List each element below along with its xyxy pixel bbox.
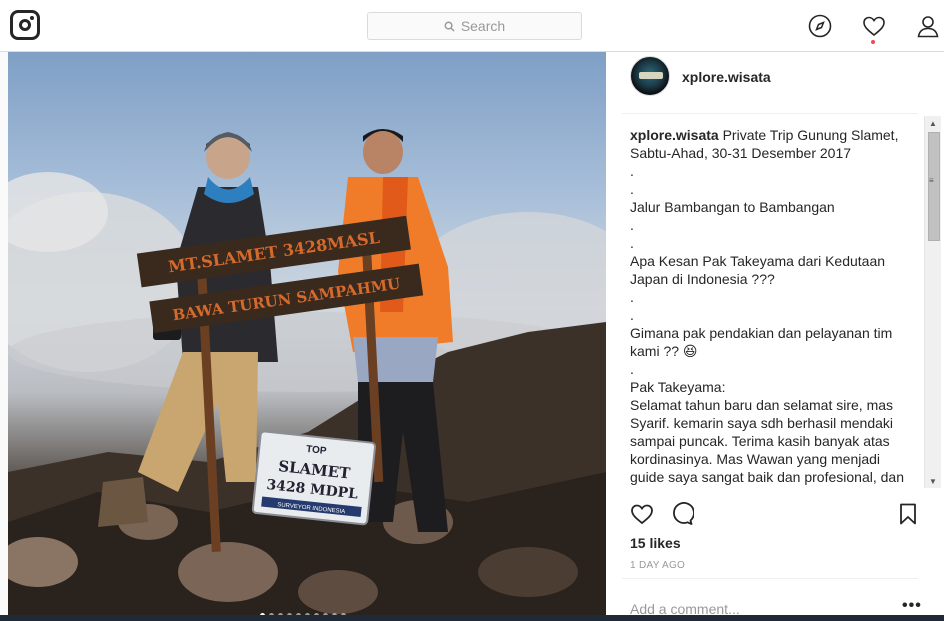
- bookmark-icon[interactable]: [896, 502, 920, 526]
- caption-line: .: [630, 217, 634, 233]
- divider: [622, 113, 918, 114]
- post-side-panel: xplore.wisata xplore.wisata Private Trip…: [606, 52, 944, 621]
- caption-line: .: [630, 289, 634, 305]
- avatar[interactable]: [630, 56, 670, 96]
- caption-line: kordinasinya. Mas Wawan yang menjadi: [630, 451, 881, 467]
- scroll-up-icon[interactable]: ▲: [929, 119, 937, 128]
- caption-line: .: [630, 163, 634, 179]
- scroll-down-icon[interactable]: ▼: [929, 477, 937, 486]
- explore-compass-icon[interactable]: [808, 14, 832, 38]
- search-placeholder: Search: [460, 18, 506, 34]
- caption-scrollbar[interactable]: ▲ ≡ ▼: [924, 116, 941, 488]
- caption-line: Pak Takeyama:: [630, 379, 726, 395]
- caption-line: Syarif. kemarin saya sdh berhasil mendak…: [630, 415, 894, 431]
- search-input[interactable]: Search: [367, 12, 582, 40]
- post-actions: [630, 502, 920, 526]
- heart-icon[interactable]: [862, 14, 886, 38]
- post-owner-username[interactable]: xplore.wisata: [682, 69, 771, 85]
- more-options-button[interactable]: •••: [902, 597, 922, 615]
- caption-line: .: [630, 361, 634, 377]
- caption-line: .: [630, 307, 634, 323]
- post-photo[interactable]: MT.SLAMET 3428MASL BAWA TURUN SAMPAHMU T…: [8, 52, 606, 621]
- caption-line: xplore.wisata Private Trip Gunung Slamet…: [630, 126, 925, 144]
- caption-line: .: [630, 235, 634, 251]
- search-icon: [444, 21, 455, 32]
- caption-line: .: [630, 181, 634, 197]
- instagram-logo-icon[interactable]: [10, 10, 40, 40]
- caption-line: Selamat tahun baru dan selamat sire, mas: [630, 397, 894, 413]
- scrollbar-thumb[interactable]: [928, 132, 940, 241]
- divider: [622, 578, 918, 579]
- like-heart-icon[interactable]: [630, 502, 654, 526]
- scroll-grip-icon: ≡: [929, 176, 934, 185]
- comment-icon[interactable]: [670, 502, 695, 526]
- caption-line: Gimana pak pendakian dan pelayanan tim: [630, 325, 893, 341]
- os-taskbar: [0, 615, 944, 621]
- caption-line: Apa Kesan Pak Takeyama dari Kedutaan: [630, 253, 886, 269]
- likes-count[interactable]: 15 likes: [630, 535, 681, 551]
- plaque-brand: TOP: [306, 444, 328, 457]
- caption-line: Sabtu-Ahad, 30-31 Desember 2017: [630, 145, 852, 161]
- notification-dot: [871, 40, 875, 44]
- caption: xplore.wisata Private Trip Gunung Slamet…: [630, 126, 925, 486]
- caption-text: Private Trip Gunung Slamet,: [718, 127, 899, 143]
- caption-line: Japan di Indonesia ???: [630, 271, 775, 287]
- summit-photo-illustration: MT.SLAMET 3428MASL BAWA TURUN SAMPAHMU T…: [8, 129, 606, 621]
- post-timestamp: 1 DAY AGO: [630, 560, 686, 571]
- caption-line: sampai puncak. Terima kasih banyak atas: [630, 433, 890, 449]
- profile-icon[interactable]: [916, 14, 940, 38]
- caption-line: Jalur Bambangan to Bambangan: [630, 199, 835, 215]
- caption-line: guide saya sangat baik dan profesional, …: [630, 469, 904, 485]
- caption-line: kami ?? 😆: [630, 343, 698, 359]
- top-nav: Search: [0, 0, 944, 52]
- caption-username[interactable]: xplore.wisata: [630, 127, 719, 143]
